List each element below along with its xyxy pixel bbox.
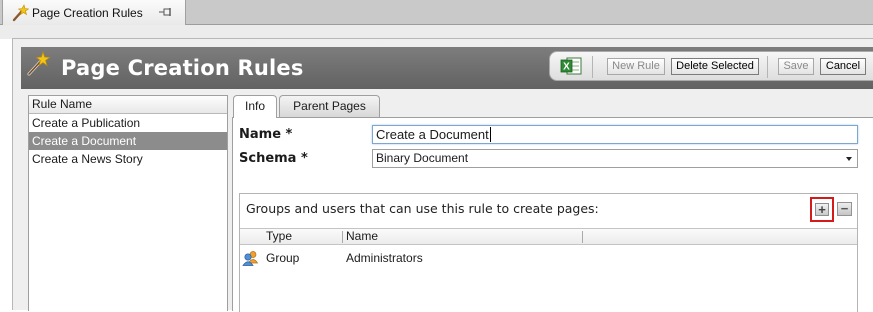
magic-wand-icon — [12, 3, 29, 21]
toolbar-separator — [767, 56, 768, 78]
schema-select[interactable]: Binary Document — [372, 149, 858, 168]
tab-content-gap — [0, 25, 873, 39]
new-rule-button[interactable]: New Rule — [607, 58, 665, 75]
groups-grid-header: Type Name — [240, 228, 857, 245]
tab-page-creation-rules[interactable]: Page Creation Rules — [2, 0, 186, 25]
toolbar-separator — [592, 56, 593, 78]
rule-list: Rule Name Create a Publication Create a … — [28, 95, 228, 311]
list-item[interactable]: Create a News Story — [29, 150, 227, 168]
list-item[interactable]: Create a Document — [29, 132, 227, 150]
groups-panel: Groups and users that can use this rule … — [239, 193, 858, 312]
page-header: Page Creation Rules X New Rule Delete Se… — [21, 47, 873, 89]
text-cursor — [489, 127, 491, 142]
name-column-header[interactable]: Name — [346, 229, 378, 244]
tab-info[interactable]: Info — [233, 95, 277, 118]
schema-label: Schema * — [239, 151, 308, 166]
list-item[interactable]: Create a Publication — [29, 114, 227, 132]
info-tab-content: Name * Create a Document Schema * Binary… — [232, 117, 873, 312]
excel-icon[interactable]: X — [560, 56, 582, 76]
groups-panel-title: Groups and users that can use this rule … — [246, 201, 599, 216]
tab-parent-pages[interactable]: Parent Pages — [279, 95, 380, 117]
type-column-header[interactable]: Type — [266, 229, 292, 244]
name-label: Name * — [239, 127, 293, 142]
cancel-button[interactable]: Cancel — [820, 58, 866, 75]
toolbar: X New Rule Delete Selected Save Cancel — [549, 51, 873, 81]
page-title: Page Creation Rules — [61, 56, 304, 80]
pin-icon[interactable] — [159, 7, 173, 17]
document-tab-label: Page Creation Rules — [32, 5, 143, 20]
magic-wand-icon — [27, 51, 51, 76]
delete-selected-button[interactable]: Delete Selected — [671, 58, 759, 75]
main-panel: Page Creation Rules X New Rule Delete Se… — [12, 38, 873, 312]
name-field-value: Create a Document — [376, 127, 489, 142]
group-type-cell: Group — [266, 251, 300, 265]
group-icon — [242, 251, 259, 266]
rule-name-column-header[interactable]: Rule Name — [29, 96, 227, 114]
document-tab-strip: Page Creation Rules — [0, 0, 873, 25]
svg-text:X: X — [563, 62, 570, 73]
plus-icon: + — [815, 203, 829, 216]
schema-select-value: Binary Document — [376, 151, 469, 165]
name-field[interactable]: Create a Document — [372, 125, 858, 144]
save-button[interactable]: Save — [778, 58, 814, 75]
rule-detail-pane: Info Parent Pages Name * Create a Docume… — [232, 95, 873, 312]
add-group-button[interactable]: + — [810, 197, 834, 222]
column-separator[interactable] — [582, 231, 583, 243]
chevron-down-icon[interactable] — [846, 157, 852, 161]
table-row[interactable]: Group Administrators — [240, 248, 857, 268]
column-separator[interactable] — [342, 231, 343, 243]
minus-icon[interactable]: − — [837, 202, 852, 216]
group-name-cell: Administrators — [346, 251, 423, 265]
